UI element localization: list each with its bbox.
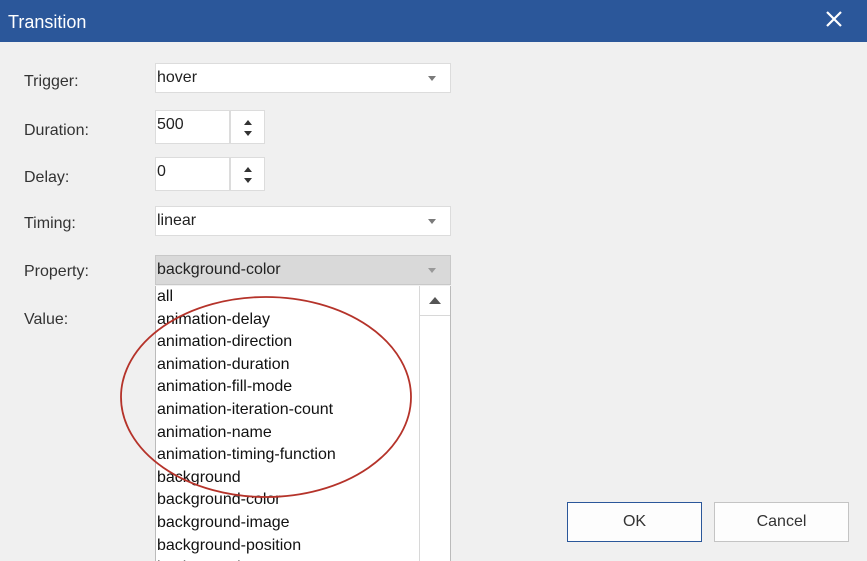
- chevron-down-icon: [428, 219, 436, 224]
- duration-stepper[interactable]: [230, 110, 265, 144]
- list-item[interactable]: background-color: [156, 489, 420, 512]
- dropdown-scrollbar[interactable]: [419, 286, 450, 561]
- cancel-button[interactable]: Cancel: [714, 502, 849, 542]
- list-item[interactable]: animation-name: [156, 422, 420, 445]
- list-item[interactable]: background: [156, 467, 420, 490]
- duration-input[interactable]: 500: [155, 110, 230, 144]
- transition-dialog: Transition Trigger: hover Duration: 500 …: [0, 0, 867, 561]
- property-select[interactable]: background-color: [155, 255, 451, 285]
- delay-input[interactable]: 0: [155, 157, 230, 191]
- list-item[interactable]: animation-direction: [156, 331, 420, 354]
- property-label: Property:: [24, 263, 89, 280]
- delay-label: Delay:: [24, 169, 70, 186]
- property-options: all animation-delay animation-direction …: [156, 286, 420, 561]
- duration-label: Duration:: [24, 122, 89, 139]
- list-item[interactable]: background-repeat: [156, 557, 420, 561]
- scroll-up-button[interactable]: [420, 286, 450, 316]
- chevron-down-icon: [428, 268, 436, 273]
- stepper-down-icon[interactable]: [244, 131, 252, 136]
- duration-value: 500: [157, 116, 184, 133]
- timing-label: Timing:: [24, 215, 76, 232]
- value-label: Value:: [24, 311, 69, 328]
- ok-button[interactable]: OK: [567, 502, 702, 542]
- title-bar: Transition: [0, 0, 867, 42]
- delay-stepper[interactable]: [230, 157, 265, 191]
- trigger-select[interactable]: hover: [155, 63, 451, 93]
- chevron-down-icon: [428, 76, 436, 81]
- trigger-value: hover: [157, 69, 198, 86]
- list-item[interactable]: animation-duration: [156, 354, 420, 377]
- trigger-label: Trigger:: [24, 73, 79, 90]
- stepper-up-icon[interactable]: [244, 120, 252, 125]
- timing-select[interactable]: linear: [155, 206, 451, 236]
- dialog-title: Transition: [8, 12, 87, 32]
- list-item[interactable]: animation-timing-function: [156, 444, 420, 467]
- close-icon[interactable]: [823, 8, 845, 30]
- list-item[interactable]: animation-delay: [156, 309, 420, 332]
- scroll-up-arrow-icon: [429, 297, 441, 304]
- property-value: background-color: [157, 261, 281, 278]
- list-item[interactable]: background-image: [156, 512, 420, 535]
- property-dropdown-list[interactable]: all animation-delay animation-direction …: [155, 286, 451, 561]
- list-item[interactable]: all: [156, 286, 420, 309]
- delay-value: 0: [157, 163, 166, 180]
- list-item[interactable]: animation-iteration-count: [156, 399, 420, 422]
- list-item[interactable]: background-position: [156, 535, 420, 558]
- stepper-up-icon[interactable]: [244, 167, 252, 172]
- list-item[interactable]: animation-fill-mode: [156, 376, 420, 399]
- timing-value: linear: [157, 212, 197, 229]
- stepper-down-icon[interactable]: [244, 178, 252, 183]
